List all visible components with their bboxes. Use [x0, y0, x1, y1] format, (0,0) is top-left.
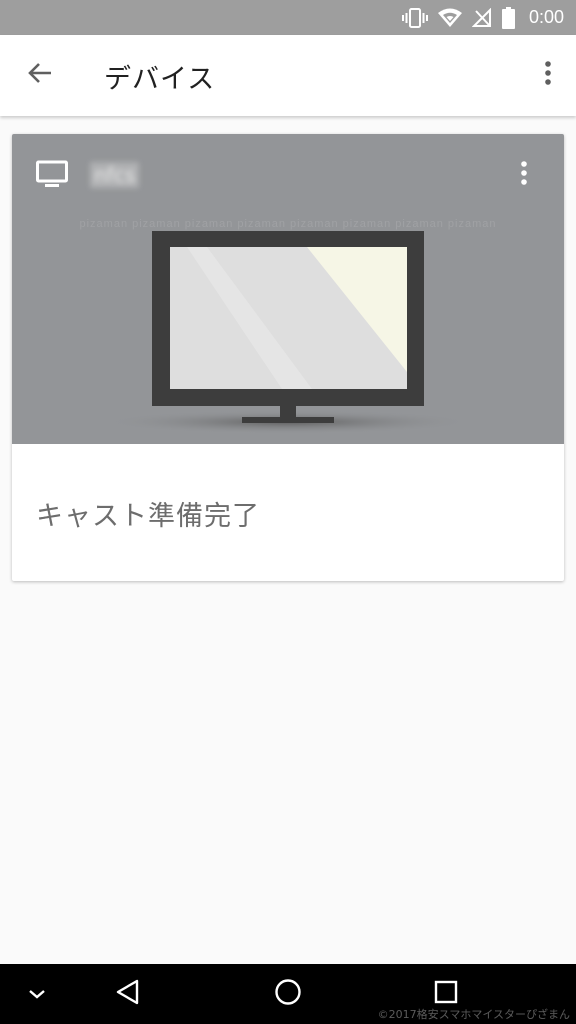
watermark: pizaman pizaman pizaman pizaman pizaman … — [79, 218, 497, 230]
copyright-watermark: ©2017格安スマホマイスターぴざまん — [377, 1008, 570, 1021]
device-card[interactable]: pizaman pizaman pizaman pizaman pizaman … — [12, 134, 564, 581]
device-menu-button[interactable] — [514, 160, 534, 190]
battery-icon — [501, 6, 515, 29]
more-vert-icon — [520, 160, 528, 190]
back-button[interactable] — [20, 55, 60, 95]
nav-home-button[interactable] — [268, 964, 308, 1024]
vibrate-icon — [401, 7, 428, 29]
wifi-icon — [437, 8, 462, 28]
overflow-menu-button[interactable] — [536, 55, 560, 95]
tv-icon — [36, 160, 68, 192]
status-icons: 0:00 — [401, 0, 564, 35]
more-vert-icon — [544, 60, 552, 90]
recents-square-icon — [434, 980, 458, 1008]
hide-keyboard-button[interactable] — [22, 964, 52, 1024]
no-signal-icon — [471, 7, 492, 28]
navigation-bar: ©2017格安スマホマイスターぴざまん — [0, 964, 576, 1024]
app-bar: デバイス — [0, 35, 576, 116]
clock: 0:00 — [528, 7, 564, 27]
card-header: pizaman pizaman pizaman pizaman pizaman … — [12, 134, 564, 444]
status-bar: 0:00 — [0, 0, 576, 35]
cast-status-text: キャスト準備完了 — [36, 501, 260, 532]
nav-back-button[interactable] — [108, 964, 148, 1024]
chevron-down-icon — [28, 985, 46, 1004]
device-name: nfcs — [90, 162, 140, 188]
back-triangle-icon — [116, 979, 140, 1009]
home-circle-icon — [274, 978, 302, 1010]
page-title: デバイス — [104, 64, 216, 95]
arrow-back-icon — [27, 61, 53, 89]
